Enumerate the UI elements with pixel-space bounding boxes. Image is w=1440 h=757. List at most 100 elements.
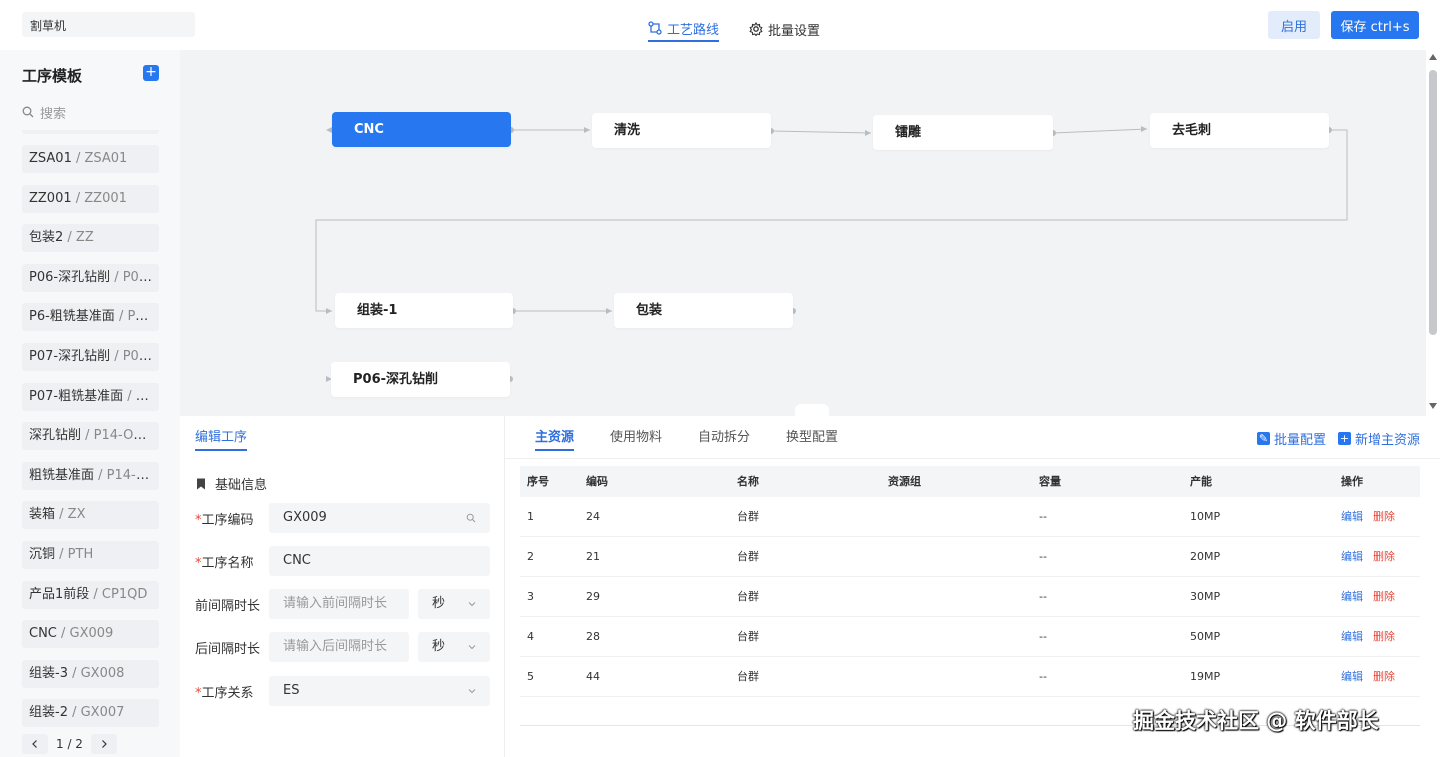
sidebar-item-code: / P14-O… (94, 467, 159, 483)
col-header: 编码 (586, 475, 608, 488)
process-name-input[interactable]: CNC (269, 546, 490, 576)
sidebar-item[interactable]: 沉铜 / PTH (22, 540, 159, 569)
table-cell-output: 19MP (1190, 670, 1221, 683)
table-cell-capacity: -- (1039, 590, 1047, 603)
tab-batch-settings[interactable]: 批量设置 (749, 16, 820, 42)
flow-node-cnc[interactable]: CNC (332, 112, 511, 147)
search-icon (22, 106, 34, 118)
flow-node-clean[interactable]: 清洗 (592, 113, 771, 148)
scrollbar-thumb[interactable] (1429, 70, 1437, 335)
table-cell-capacity: -- (1039, 670, 1047, 683)
section-title: 基础信息 (215, 478, 268, 493)
sidebar-item[interactable]: P07-粗铣基准面 / P… (22, 382, 159, 411)
search-placeholder: 搜索 (40, 106, 67, 122)
sidebar-item[interactable]: 深孔钻削 / P14-OP20 (22, 422, 159, 451)
sidebar-item-name: 产品1前段 (29, 586, 90, 602)
table-cell-output: 20MP (1190, 550, 1221, 563)
scroll-up-icon[interactable] (1429, 54, 1437, 60)
panel-resize-handle[interactable] (795, 404, 829, 416)
sidebar-item-code: / ZX (55, 507, 86, 523)
sidebar-item[interactable]: P6-粗铣基准面 / P0… (22, 303, 159, 332)
tab-materials[interactable]: 使用物料 (610, 426, 662, 451)
prev-page-button[interactable] (22, 734, 48, 754)
save-button[interactable]: 保存 ctrl+s (1331, 11, 1419, 39)
table-cell-group (888, 537, 1039, 576)
edit-row-link[interactable]: 编辑 (1341, 670, 1363, 683)
tab-route-label: 工艺路线 (667, 22, 720, 38)
before-interval-unit-select[interactable]: 秒 (418, 589, 490, 619)
col-header: 名称 (737, 475, 759, 488)
sidebar-item-code: / GX009 (56, 626, 114, 642)
arrow-head (584, 127, 590, 133)
tab-edit-process[interactable]: 编辑工序 (195, 426, 248, 451)
col-header: 操作 (1341, 475, 1363, 488)
sidebar-item[interactable]: CNC / GX009 (22, 620, 159, 649)
tab-route[interactable]: 工艺路线 (648, 16, 720, 42)
sidebar-item-name: 包装2 (29, 230, 64, 246)
delete-row-link[interactable]: 删除 (1373, 590, 1395, 603)
delete-row-link[interactable]: 删除 (1373, 670, 1395, 683)
chevron-down-icon (468, 645, 476, 650)
delete-row-link[interactable]: 删除 (1373, 630, 1395, 643)
sidebar-item[interactable]: 组装-2 / GX007 (22, 699, 159, 728)
flow-node-deburr[interactable]: 去毛刺 (1150, 113, 1329, 148)
table-cell-code: 21 (586, 550, 600, 563)
field-label: 后间隔时长 (195, 641, 261, 657)
sidebar-item[interactable]: 组装-3 / GX008 (22, 659, 159, 688)
scroll-down-icon[interactable] (1429, 403, 1437, 409)
sidebar-item-name: P6-粗铣基准面 (29, 309, 115, 325)
table-cell-group (888, 577, 1039, 616)
edit-row-link[interactable]: 编辑 (1341, 630, 1363, 643)
tab-changeover[interactable]: 换型配置 (786, 426, 838, 451)
after-interval-input[interactable]: 请输入后间隔时长 (269, 632, 409, 662)
before-interval-input[interactable]: 请输入前间隔时长 (269, 589, 409, 619)
field-process-name: *工序名称 CNC (195, 546, 490, 576)
sidebar-item[interactable]: 包装2 / ZZ (22, 224, 159, 253)
sidebar-item[interactable]: P07-深孔钻削 / P07… (22, 342, 159, 371)
next-page-button[interactable] (90, 734, 117, 754)
add-main-resource-button[interactable]: + 新增主资源 (1337, 429, 1420, 448)
table-cell-actions: 编辑 删除 (1341, 497, 1420, 536)
edit-row-link[interactable]: 编辑 (1341, 590, 1363, 603)
search-icon[interactable] (466, 513, 476, 523)
sidebar-item[interactable]: ZSA01 / ZSA01 (22, 145, 159, 173)
sidebar-item[interactable]: ZZ001 / ZZ001 (22, 184, 159, 213)
batch-config-button[interactable]: ✎ 批量配置 (1256, 429, 1326, 448)
tab-auto-split[interactable]: 自动拆分 (698, 426, 750, 451)
sidebar-item-code: / ZZ001 (71, 190, 127, 206)
table-cell-capacity: -- (1039, 510, 1047, 523)
field-before-interval: 前间隔时长 请输入前间隔时长 秒 (195, 589, 490, 619)
sidebar-item[interactable]: 装箱 / ZX (22, 501, 159, 530)
sidebar-item[interactable]: P06-深孔钻削 / P06… (22, 263, 159, 292)
table-row: 5 44 台群 -- 19MP 编辑 删除 (520, 657, 1420, 697)
canvas-scrollbar[interactable] (1426, 50, 1440, 416)
sidebar-item-code: / CP1QD (89, 586, 148, 602)
process-relation-select[interactable]: ES (269, 676, 490, 706)
tab-main-resource[interactable]: 主资源 (535, 426, 575, 451)
sidebar-item-name: P07-深孔钻削 (29, 348, 111, 364)
flow-node-laser[interactable]: 镭雕 (873, 115, 1053, 150)
table-cell-actions: 编辑 删除 (1341, 617, 1420, 656)
enable-button[interactable]: 启用 (1268, 11, 1320, 39)
field-label: *工序关系 (195, 685, 254, 701)
edit-row-link[interactable]: 编辑 (1341, 510, 1363, 523)
sidebar-item[interactable]: 粗铣基准面 / P14-O… (22, 461, 159, 490)
flow-node-packaging[interactable]: 包装 (614, 293, 793, 328)
search-input[interactable]: 搜索 (22, 102, 66, 122)
after-interval-unit-select[interactable]: 秒 (418, 632, 490, 662)
delete-row-link[interactable]: 删除 (1373, 550, 1395, 563)
route-canvas[interactable]: CNC 清洗 镭雕 去毛刺 组装-1 包装 P06-深孔钻削 (180, 50, 1426, 416)
process-code-input[interactable]: GX009 (269, 503, 490, 533)
flow-node-assembly-1[interactable]: 组装-1 (335, 293, 513, 328)
sidebar-item[interactable]: 产品1前段 / CP1QD (22, 580, 159, 609)
sidebar-item-name: 深孔钻削 (29, 428, 82, 444)
delete-row-link[interactable]: 删除 (1373, 510, 1395, 523)
flow-node-p06[interactable]: P06-深孔钻削 (331, 362, 510, 397)
sidebar-item-code: / P0… (114, 309, 157, 325)
col-header: 序号 (527, 475, 549, 488)
product-selector[interactable]: 割草机 (22, 12, 195, 37)
edit-row-link[interactable]: 编辑 (1341, 550, 1363, 563)
add-template-button[interactable]: + (143, 65, 159, 81)
field-process-code: *工序编码 GX009 (195, 503, 490, 533)
col-header: 资源组 (888, 475, 921, 488)
